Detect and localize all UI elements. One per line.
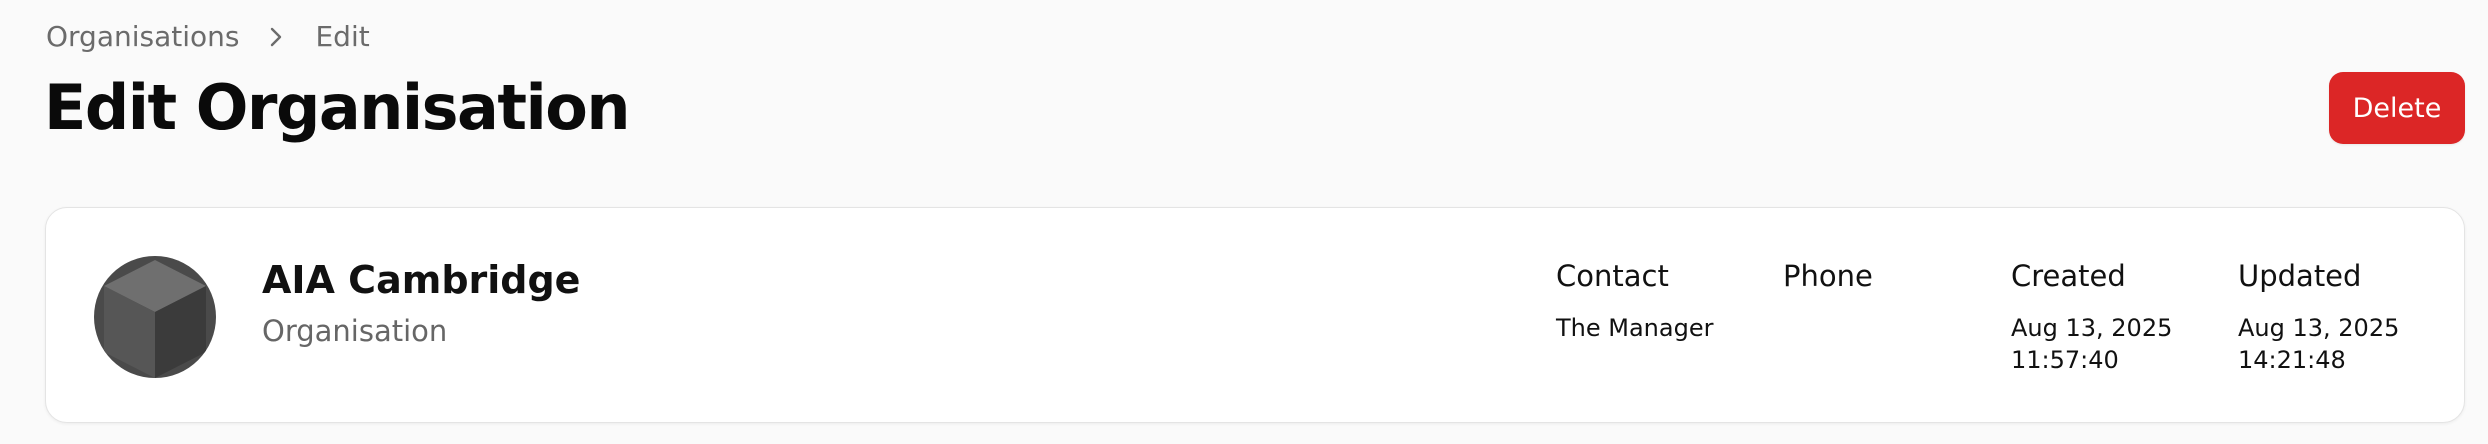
- contact-label: Contact: [1556, 259, 1669, 293]
- cube-icon: [104, 260, 206, 378]
- delete-button[interactable]: Delete: [2329, 72, 2465, 144]
- created-date: Aug 13, 2025: [2011, 314, 2173, 342]
- organisation-name: AIA Cambridge: [262, 258, 581, 302]
- created-value: Aug 13, 2025 11:57:40: [2011, 312, 2172, 376]
- updated-value: Aug 13, 2025 14:21:48: [2238, 312, 2399, 376]
- phone-column: Phone: [1783, 258, 1873, 312]
- page-title: Edit Organisation: [44, 71, 630, 144]
- phone-label: Phone: [1783, 259, 1873, 293]
- chevron-right-icon: [269, 14, 289, 58]
- breadcrumb-current: Edit: [315, 19, 370, 53]
- updated-date: Aug 13, 2025: [2238, 314, 2400, 342]
- organisation-type: Organisation: [262, 314, 448, 348]
- contact-value: The Manager: [1556, 314, 1714, 342]
- created-label: Created: [2011, 259, 2126, 293]
- edit-organisation-page: Organisations Edit Edit Organisation Del…: [0, 0, 2488, 444]
- contact-column: Contact The Manager: [1556, 258, 1713, 344]
- updated-label: Updated: [2238, 259, 2362, 293]
- organisation-summary-card: AIA Cambridge Organisation Contact The M…: [45, 207, 2465, 423]
- breadcrumb: Organisations Edit: [46, 14, 370, 58]
- created-column: Created Aug 13, 2025 11:57:40: [2011, 258, 2172, 376]
- updated-column: Updated Aug 13, 2025 14:21:48: [2238, 258, 2399, 376]
- breadcrumb-organisations-link[interactable]: Organisations: [46, 20, 239, 53]
- updated-time: 14:21:48: [2238, 346, 2346, 374]
- avatar: [94, 256, 216, 378]
- created-time: 11:57:40: [2011, 346, 2119, 374]
